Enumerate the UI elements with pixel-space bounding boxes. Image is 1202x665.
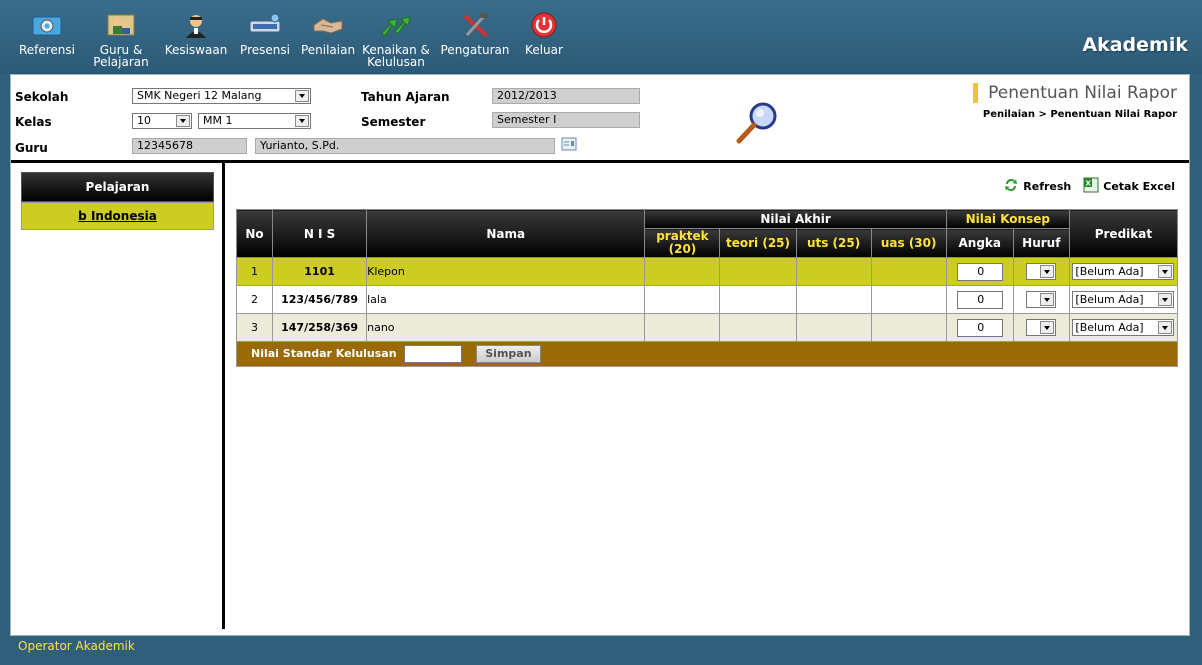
kelas-label: Kelas: [15, 115, 52, 129]
chevron-down-icon: [1040, 293, 1055, 306]
rombel-select[interactable]: MM 1: [198, 113, 311, 129]
sidebar-item-b-indonesia[interactable]: b Indonesia: [21, 202, 214, 230]
col-no: No: [235, 209, 274, 258]
main-panel: Sekolah SMK Negeri 12 Malang Kelas 10 MM…: [10, 74, 1190, 636]
status-bar: Operator Akademik: [0, 636, 1202, 665]
menu-presensi[interactable]: Presensi: [232, 10, 298, 68]
chevron-down-icon: [295, 90, 309, 102]
menu-pengaturan[interactable]: Pengaturan: [434, 10, 516, 68]
predikat-select[interactable]: [Belum Ada]: [1072, 291, 1175, 308]
filter-area: Sekolah SMK Negeri 12 Malang Kelas 10 MM…: [11, 75, 1189, 163]
col-nama: Nama: [366, 209, 646, 258]
top-menu-bar: Referensi Guru & Pelajaran Kesiswaan Pre…: [0, 0, 1202, 74]
breadcrumb[interactable]: Penilaian > Penentuan Nilai Rapor: [973, 109, 1177, 120]
huruf-select[interactable]: [1026, 291, 1057, 308]
guru-name-field: Yurianto, S.Pd.: [255, 138, 555, 154]
sekolah-label: Sekolah: [15, 90, 69, 104]
col-angka: Angka: [945, 228, 1014, 258]
nilai-table: No N I S Nama Nilai Akhir Nilai Konsep P…: [235, 209, 1179, 367]
menu-penilaian[interactable]: Penilaian: [298, 10, 358, 68]
semester-label: Semester: [361, 115, 426, 129]
lookup-card-icon[interactable]: [561, 137, 577, 154]
predikat-select[interactable]: [Belum Ada]: [1072, 263, 1175, 280]
student-icon: [179, 10, 213, 40]
table-row[interactable]: 2 123/456/789 lala 0 [Belum Ada]: [235, 285, 1179, 314]
chevron-down-icon: [1158, 265, 1173, 278]
table-footer: Nilai Standar Kelulusan Simpan: [236, 341, 1178, 367]
col-nilai-konsep: Nilai Konsep: [945, 209, 1070, 229]
teacher-icon: [104, 10, 138, 40]
excel-icon: X: [1083, 177, 1099, 196]
chevron-down-icon: [1158, 321, 1173, 334]
main-menu: Referensi Guru & Pelajaran Kesiswaan Pre…: [12, 10, 572, 68]
huruf-select[interactable]: [1026, 319, 1057, 336]
menu-keluar[interactable]: Keluar: [516, 10, 572, 68]
tahun-label: Tahun Ajaran: [361, 90, 450, 104]
sidebar-divider: [222, 163, 225, 629]
sidebar-header: Pelajaran: [21, 172, 214, 202]
svg-text:X: X: [1086, 180, 1092, 188]
angka-input[interactable]: 0: [956, 290, 1003, 309]
huruf-select[interactable]: [1026, 263, 1057, 280]
col-uas: uas (30): [870, 228, 947, 258]
menu-kesiswaan[interactable]: Kesiswaan: [160, 10, 232, 68]
sidebar: Pelajaran b Indonesia: [21, 172, 214, 230]
keyboard-icon: [248, 10, 282, 40]
arrows-icon: [379, 10, 413, 40]
simpan-button[interactable]: Simpan: [476, 345, 541, 363]
chevron-down-icon: [1040, 321, 1055, 334]
status-text: Operator Akademik: [18, 639, 135, 653]
table-row[interactable]: 3 147/258/369 nano 0 [Belum Ada]: [235, 313, 1179, 342]
power-icon: [527, 10, 561, 40]
refresh-icon: [1003, 177, 1019, 196]
col-predikat: Predikat: [1068, 209, 1179, 258]
nilai-standar-label: Nilai Standar Kelulusan: [251, 347, 397, 360]
menu-kenaikan-kelulusan[interactable]: Kenaikan & Kelulusan: [358, 10, 434, 68]
menu-referensi[interactable]: Referensi: [12, 10, 82, 68]
page-title: Penentuan Nilai Rapor: [973, 83, 1177, 103]
col-uts: uts (25): [795, 228, 872, 258]
refresh-button[interactable]: Refresh: [1003, 177, 1071, 196]
tahun-field: 2012/2013: [492, 88, 640, 104]
chevron-down-icon: [1040, 265, 1055, 278]
col-huruf: Huruf: [1012, 228, 1070, 258]
angka-input[interactable]: 0: [956, 262, 1003, 281]
col-nilai-akhir: Nilai Akhir: [644, 209, 947, 229]
semester-field: Semester I: [492, 112, 640, 128]
cetak-excel-button[interactable]: X Cetak Excel: [1083, 177, 1175, 196]
menu-guru-pelajaran[interactable]: Guru & Pelajaran: [82, 10, 160, 68]
table-row[interactable]: 1 1101 Klepon 0 [Belum Ada]: [235, 257, 1179, 286]
app-title: Akademik: [1082, 34, 1188, 56]
chevron-down-icon: [295, 115, 309, 127]
page-title-block: Penentuan Nilai Rapor Penilaian > Penent…: [973, 83, 1177, 120]
gear-monitor-icon: [30, 10, 64, 40]
col-praktek: praktek (20): [644, 228, 721, 258]
chevron-down-icon: [176, 115, 190, 127]
nilai-standar-input[interactable]: [404, 345, 463, 363]
guru-label: Guru: [15, 141, 48, 155]
chevron-down-icon: [1158, 293, 1173, 306]
sekolah-select[interactable]: SMK Negeri 12 Malang: [132, 88, 311, 104]
angka-input[interactable]: 0: [956, 318, 1003, 337]
filter-divider: [11, 160, 1189, 163]
col-teori: teori (25): [719, 228, 797, 258]
search-icon[interactable]: [733, 99, 781, 148]
predikat-select[interactable]: [Belum Ada]: [1072, 319, 1175, 336]
guru-id-field: 12345678: [132, 138, 247, 154]
action-bar: Refresh X Cetak Excel: [1003, 177, 1175, 196]
handshake-icon: [311, 10, 345, 40]
kelas-select[interactable]: 10: [132, 113, 192, 129]
col-nis: N I S: [272, 209, 368, 258]
tools-icon: [458, 10, 492, 40]
